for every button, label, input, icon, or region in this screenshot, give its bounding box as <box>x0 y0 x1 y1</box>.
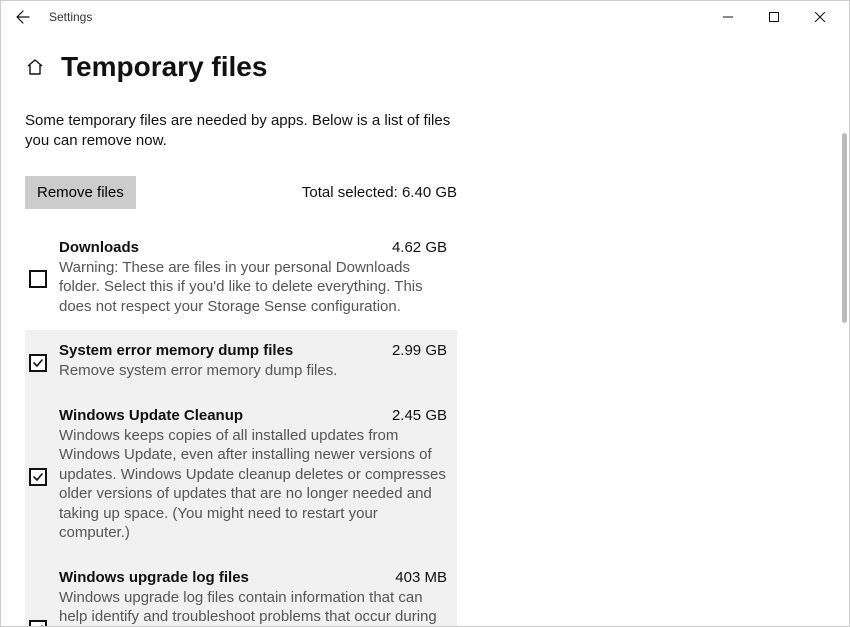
item-title: Windows Update Cleanup <box>59 407 243 424</box>
item-description: Windows keeps copies of all installed up… <box>59 426 447 543</box>
file-category-item[interactable]: Windows Update Cleanup 2.45 GB Windows kee… <box>25 395 457 557</box>
total-selected-label: Total selected: 6.40 GB <box>302 184 457 201</box>
file-category-item[interactable]: Downloads 4.62 GB Warning: These are files… <box>25 227 457 331</box>
file-category-item[interactable]: Windows upgrade log files403 MBWindows u… <box>25 557 457 627</box>
checkbox-column <box>29 569 59 627</box>
maximize-button[interactable] <box>751 1 797 33</box>
remove-files-button[interactable]: Remove files <box>25 176 136 209</box>
intro-text: Some temporary files are needed by apps.… <box>25 111 455 152</box>
item-text: System error memory dump files 2.99 GB Rem… <box>59 342 447 381</box>
close-icon <box>815 12 825 22</box>
file-category-list: Downloads 4.62 GB Warning: These are files… <box>25 227 457 627</box>
checkbox[interactable] <box>29 620 47 626</box>
arrow-left-icon <box>15 9 31 25</box>
item-text: Downloads 4.62 GB Warning: These are files… <box>59 239 447 317</box>
item-description: Windows upgrade log files contain inform… <box>59 588 447 627</box>
item-text: Windows Update Cleanup 2.45 GB Windows kee… <box>59 407 447 543</box>
checkbox[interactable] <box>29 468 47 486</box>
checkbox-column <box>29 342 59 381</box>
check-icon <box>32 623 44 626</box>
page-header: Temporary files <box>25 51 825 83</box>
item-header-row: Windows upgrade log files 403 MB <box>59 569 447 586</box>
minimize-button[interactable] <box>705 1 751 33</box>
item-description: Warning: These are files in your persona… <box>59 258 447 317</box>
window-controls <box>705 1 843 33</box>
checkbox[interactable] <box>29 270 47 288</box>
checkbox[interactable] <box>29 354 47 372</box>
checkbox-column <box>29 407 59 543</box>
item-header-row: Downloads 4.62 GB <box>59 239 447 256</box>
maximize-icon <box>769 12 779 22</box>
item-size: 2.45 GB <box>392 407 447 424</box>
home-icon[interactable] <box>25 57 45 77</box>
item-header-row: System error memory dump files 2.99 GB <box>59 342 447 359</box>
item-size: 403 MB <box>395 569 447 586</box>
item-header-row: Windows Update Cleanup 2.45 GB <box>59 407 447 424</box>
item-description: Remove system error memory dump files. <box>59 361 447 381</box>
item-text: Windows upgrade log files403 MBWindows u… <box>59 569 447 627</box>
item-title: Windows upgrade log files <box>59 569 249 586</box>
scrollbar-track[interactable] <box>839 133 849 624</box>
item-size: 2.99 GB <box>392 342 447 359</box>
titlebar: Settings <box>1 1 849 33</box>
scrollbar-thumb[interactable] <box>842 133 847 323</box>
check-icon <box>32 471 44 483</box>
minimize-icon <box>723 12 733 22</box>
content-area: Temporary files Some temporary files are… <box>1 33 849 626</box>
page-title: Temporary files <box>61 51 267 83</box>
checkbox-column <box>29 239 59 317</box>
close-button[interactable] <box>797 1 843 33</box>
item-title: System error memory dump files <box>59 342 293 359</box>
app-title: Settings <box>49 10 92 24</box>
toolbar: Remove files Total selected: 6.40 GB <box>25 176 457 209</box>
back-button[interactable] <box>7 1 39 33</box>
item-title: Downloads <box>59 239 139 256</box>
check-icon <box>32 357 44 369</box>
item-size: 4.62 GB <box>392 239 447 256</box>
file-category-item[interactable]: System error memory dump files 2.99 GB Rem… <box>25 330 457 395</box>
